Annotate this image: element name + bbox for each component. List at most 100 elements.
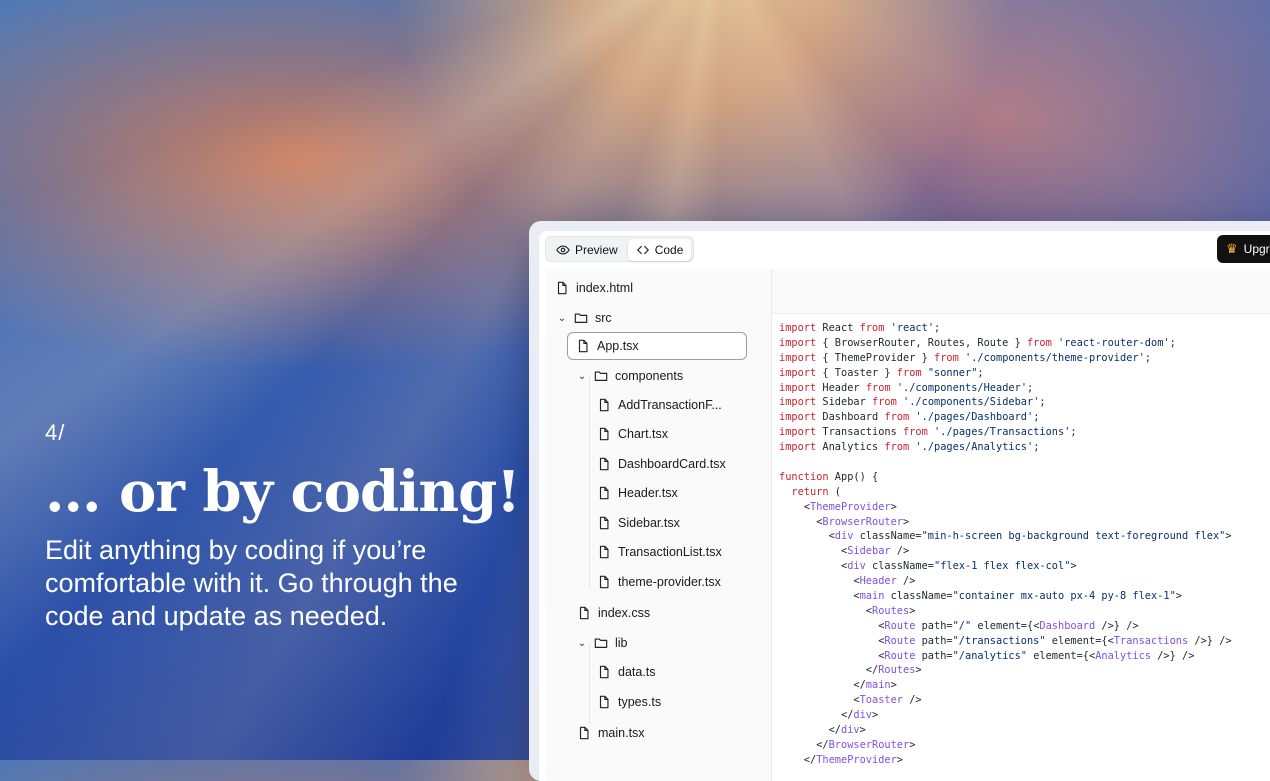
editor-panel: Preview Code ♛ Upgr index.html ⌄ src App.ts… [539, 231, 1270, 781]
tree-item-label: data.ts [618, 665, 656, 679]
code-line: function App() { [779, 470, 879, 483]
code-line: <Toaster /> [779, 694, 922, 707]
file-icon [599, 427, 609, 441]
upgrade-label: Upgr [1243, 242, 1270, 256]
preview-label: Preview [575, 243, 618, 257]
code-line: </BrowserRouter> [779, 738, 916, 751]
code-line: <ThemeProvider> [779, 500, 897, 513]
tree-folder[interactable]: ⌄ lib [577, 630, 628, 656]
tree-file[interactable]: theme-provider.tsx [597, 569, 721, 595]
file-icon [599, 398, 609, 412]
code-line: <Routes> [779, 604, 916, 617]
tree-item-label: App.tsx [597, 339, 639, 353]
tree-item-label: TransactionList.tsx [618, 545, 722, 559]
tree-folder[interactable]: ⌄ src [557, 305, 612, 331]
chevron-down-icon[interactable]: ⌄ [577, 371, 587, 382]
tree-file[interactable]: Header.tsx [597, 480, 678, 506]
code-line: import { BrowserRouter, Routes, Route } … [779, 336, 1176, 349]
file-icon [599, 486, 609, 500]
code-editor[interactable]: import React from 'react'; import { Brows… [779, 321, 1270, 781]
code-line: <div className="min-h-screen bg-backgrou… [779, 530, 1232, 543]
code-line: <div className="flex-1 flex flex-col"> [779, 560, 1077, 573]
code-label: Code [654, 243, 684, 257]
folder-icon [594, 638, 608, 648]
tree-item-label: DashboardCard.tsx [618, 457, 726, 471]
code-line: import Analytics from './pages/Analytics… [779, 441, 1040, 454]
hero-text: 4/ ... or by coding! Edit anything by co… [45, 420, 521, 633]
file-icon [599, 575, 609, 589]
file-icon [579, 606, 589, 620]
code-line: return ( [791, 485, 842, 498]
tree-file[interactable]: Sidebar.tsx [597, 510, 680, 536]
tree-item-label: lib [615, 636, 628, 650]
code-icon [636, 245, 649, 255]
tree-item-label: theme-provider.tsx [618, 575, 721, 589]
crown-icon: ♛ [1226, 241, 1238, 256]
code-line: import Transactions from './pages/Transa… [779, 426, 1077, 439]
code-line: <main className="container mx-auto px-4 … [779, 590, 1182, 603]
editor-window: Preview Code ♛ Upgr index.html ⌄ src App.ts… [529, 221, 1270, 781]
view-segmented-control: Preview Code [545, 236, 695, 262]
code-line: </div> [779, 724, 866, 737]
tree-item-label: types.ts [618, 695, 662, 709]
folder-icon [594, 371, 608, 381]
view-toggle: Preview Code [545, 236, 695, 262]
eye-icon [556, 245, 570, 255]
tree-item-label: src [595, 311, 612, 325]
preview-tab[interactable]: Preview [548, 239, 626, 261]
file-icon [599, 516, 609, 530]
file-icon [599, 545, 609, 559]
tree-folder[interactable]: ⌄ components [577, 363, 683, 389]
code-line: import Header from './components/Header'… [779, 381, 1034, 394]
subtitle: Edit anything by coding if you’re comfor… [45, 535, 458, 631]
code-line: import React from 'react'; [779, 322, 941, 334]
code-line: </ThemeProvider> [779, 753, 903, 766]
tree-file[interactable]: DashboardCard.tsx [597, 451, 726, 477]
file-icon [599, 457, 609, 471]
tree-item-label: Chart.tsx [618, 427, 669, 441]
tree-file[interactable]: types.ts [597, 689, 661, 715]
code-line: import { Toaster } from "sonner"; [779, 366, 984, 379]
tree-item-label: index.css [598, 606, 651, 620]
tree-file[interactable]: App.tsx [567, 332, 747, 360]
file-icon [557, 281, 567, 295]
code-line: <Header /> [779, 575, 916, 588]
code-line: <Route path="/transactions" element={<Tr… [779, 634, 1232, 647]
step-number: 4/ [45, 420, 66, 445]
tree-item-label: components [615, 369, 684, 383]
upgrade-button[interactable]: ♛ Upgr [1217, 235, 1270, 263]
tree-item-label: main.tsx [598, 726, 645, 740]
code-line: import Sidebar from './components/Sideba… [779, 396, 1046, 409]
tree-file[interactable]: Chart.tsx [597, 421, 668, 447]
folder-icon [574, 313, 588, 323]
code-header [772, 269, 1270, 314]
tree-file[interactable]: main.tsx [577, 720, 645, 746]
chevron-down-icon[interactable]: ⌄ [557, 313, 567, 324]
tree-file[interactable]: AddTransactionF... [597, 392, 722, 418]
file-tree: index.html ⌄ src App.tsx ⌄ components AddTrans… [545, 269, 772, 781]
headline: ... or by coding! [45, 459, 521, 525]
tree-item-label: Header.tsx [618, 486, 678, 500]
code-line: import Dashboard from './pages/Dashboard… [779, 411, 1040, 424]
file-icon [579, 726, 589, 740]
code-tab[interactable]: Code [627, 239, 692, 261]
tree-file[interactable]: index.html [555, 275, 633, 301]
code-line: import { ThemeProvider } from './compone… [779, 351, 1151, 364]
tree-item-label: Sidebar.tsx [618, 516, 680, 530]
tree-file[interactable]: index.css [577, 600, 650, 626]
tree-item-label: AddTransactionF... [618, 398, 722, 412]
code-line: </main> [779, 679, 897, 692]
tree-file[interactable]: TransactionList.tsx [597, 539, 722, 565]
file-icon [599, 695, 609, 709]
tree-guide-line [589, 377, 590, 587]
code-line: </div> [779, 709, 879, 722]
chevron-down-icon[interactable]: ⌄ [577, 638, 587, 649]
code-line: <Sidebar /> [779, 545, 910, 558]
code-line: <BrowserRouter> [779, 515, 910, 528]
tree-file[interactable]: data.ts [597, 659, 656, 685]
code-line: <Route path="/analytics" element={<Analy… [779, 649, 1195, 662]
code-line: <Route path="/" element={<Dashboard />} … [779, 619, 1139, 632]
code-line: </Routes> [779, 664, 922, 677]
file-icon [599, 665, 609, 679]
tree-guide-line [589, 644, 590, 724]
